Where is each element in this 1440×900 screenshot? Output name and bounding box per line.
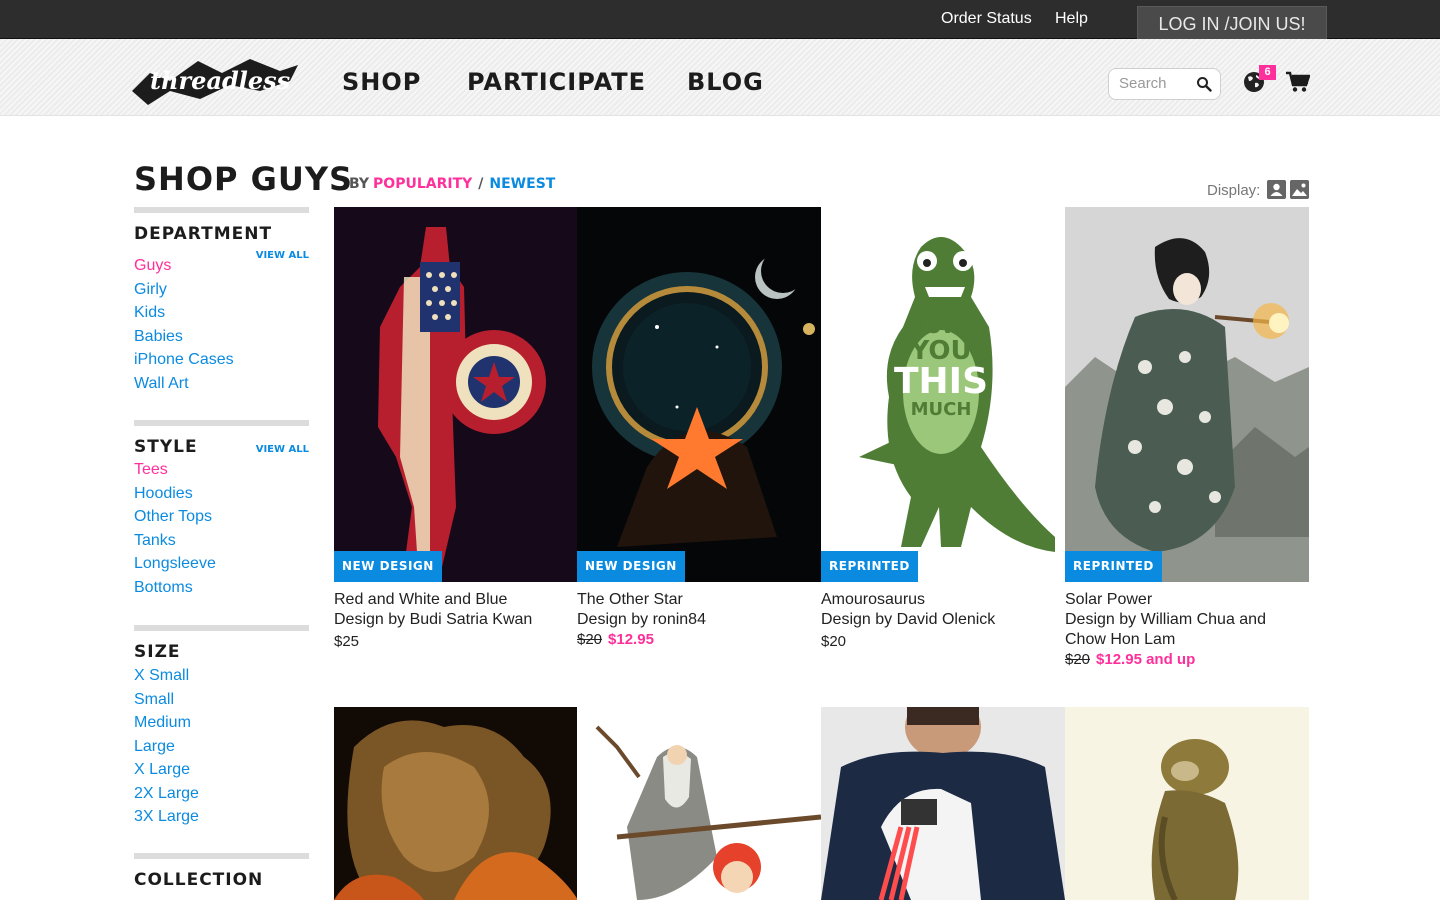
order-status-link[interactable]: Order Status [941, 10, 1032, 28]
size-heading: SIZE [134, 642, 181, 662]
product-image[interactable]: I LOVE YOU THIS MUCH [821, 207, 1065, 582]
style-list: Tees Hoodies Other Tops Tanks Longsleeve… [134, 461, 309, 602]
top-utility-bar: Order Status Help LOG IN /JOIN US! [0, 0, 1440, 41]
sort-options: BY POPULARITY / NEWEST [349, 176, 555, 192]
department-item-girly[interactable]: Girly [134, 281, 309, 305]
product-image[interactable] [1065, 707, 1309, 900]
product-image[interactable] [821, 707, 1065, 900]
style-item-tanks[interactable]: Tanks [134, 532, 309, 556]
department-item-iphone-cases[interactable]: iPhone Cases [134, 351, 309, 375]
department-view-all-link[interactable]: VIEW ALL [256, 250, 309, 261]
display-model-icon[interactable] [1267, 180, 1286, 199]
svg-text:THIS: THIS [894, 361, 988, 402]
style-item-tees[interactable]: Tees [134, 461, 309, 485]
login-join-button[interactable]: LOG IN /JOIN US! [1137, 6, 1327, 41]
product-title[interactable]: The Other Star [577, 590, 817, 610]
sort-newest-link[interactable]: NEWEST [489, 176, 555, 192]
product-image[interactable] [334, 707, 578, 900]
size-item-x-small[interactable]: X Small [134, 667, 309, 691]
product-sale-price: $12.95 [608, 631, 654, 648]
department-list: Guys Girly Kids Babies iPhone Cases Wall… [134, 257, 309, 398]
product-image[interactable] [577, 707, 821, 900]
department-section: DEPARTMENT VIEW ALL Guys Girly Kids Babi… [134, 207, 309, 398]
sort-divider: / [478, 176, 484, 192]
product-price: $25 [334, 633, 360, 650]
search-input[interactable] [1119, 75, 1197, 92]
size-item-x-large[interactable]: X Large [134, 761, 309, 785]
style-item-hoodies[interactable]: Hoodies [134, 485, 309, 509]
collection-heading: COLLECTION [134, 870, 264, 890]
divider [134, 207, 309, 213]
size-list: X Small Small Medium Large X Large 2X La… [134, 667, 309, 832]
product-image[interactable] [1065, 207, 1309, 582]
product-tag: NEW DESIGN [577, 551, 685, 582]
department-item-kids[interactable]: Kids [134, 304, 309, 328]
style-item-bottoms[interactable]: Bottoms [134, 579, 309, 603]
department-item-babies[interactable]: Babies [134, 328, 309, 352]
product-title[interactable]: Red and White and Blue [334, 590, 574, 610]
product-image[interactable] [334, 207, 578, 582]
collection-section: COLLECTION [134, 853, 309, 890]
product-designer[interactable]: Design by Budi Satria Kwan [334, 610, 574, 630]
cart-icon[interactable] [1286, 71, 1310, 93]
size-item-3x-large[interactable]: 3X Large [134, 808, 309, 832]
nav-shop[interactable]: SHOP [342, 68, 421, 96]
size-item-small[interactable]: Small [134, 691, 309, 715]
style-item-other-tops[interactable]: Other Tops [134, 508, 309, 532]
size-item-large[interactable]: Large [134, 738, 309, 762]
department-item-wall-art[interactable]: Wall Art [134, 375, 309, 399]
product-title[interactable]: Amourosaurus [821, 590, 1061, 610]
display-label: Display: [1207, 182, 1261, 199]
nav-participate[interactable]: PARTICIPATE [467, 68, 646, 96]
notification-badge: 6 [1259, 65, 1276, 80]
department-heading: DEPARTMENT [134, 224, 273, 244]
nav-blog[interactable]: BLOG [687, 68, 764, 96]
search-icon[interactable] [1196, 76, 1212, 92]
sort-popularity-link[interactable]: POPULARITY [373, 176, 472, 192]
threadless-logo[interactable]: threadless [130, 51, 300, 107]
size-item-medium[interactable]: Medium [134, 714, 309, 738]
search-box [1108, 68, 1221, 100]
style-item-longsleeve[interactable]: Longsleeve [134, 555, 309, 579]
product-tag: REPRINTED [821, 551, 918, 582]
product-price-row: $25 [334, 633, 359, 650]
svg-text:threadless: threadless [150, 66, 291, 95]
help-link[interactable]: Help [1055, 10, 1088, 28]
style-section: STYLE VIEW ALL Tees Hoodies Other Tops T… [134, 420, 309, 602]
product-tag: NEW DESIGN [334, 551, 442, 582]
product-designer[interactable]: Design by David Olenick [821, 610, 1061, 630]
divider [134, 625, 309, 631]
page-title: SHOP GUYS [134, 160, 354, 198]
product-designer[interactable]: Design by ronin84 [577, 610, 817, 630]
product-sale-price: $12.95 and up [1096, 651, 1196, 668]
display-design-icon[interactable] [1290, 180, 1309, 199]
product-designer[interactable]: Design by William Chua and Chow Hon Lam [1065, 610, 1305, 650]
sort-by-label: BY [349, 176, 370, 192]
product-old-price: $20 [1065, 651, 1091, 668]
product-price: $20 [821, 633, 847, 650]
site-header: threadless SHOP PARTICIPATE BLOG 6 [0, 39, 1440, 116]
product-tag: REPRINTED [1065, 551, 1162, 582]
size-item-2x-large[interactable]: 2X Large [134, 785, 309, 809]
product-price-row: $20 [821, 633, 846, 650]
product-price-row: $20 $12.95 [577, 631, 654, 648]
divider [134, 853, 309, 859]
product-title[interactable]: Solar Power [1065, 590, 1305, 610]
product-price-row: $20 $12.95 and up [1065, 651, 1195, 668]
divider [134, 420, 309, 426]
product-old-price: $20 [577, 631, 603, 648]
size-section: SIZE X Small Small Medium Large X Large … [134, 625, 309, 832]
product-image[interactable] [577, 207, 821, 582]
svg-text:MUCH: MUCH [911, 399, 972, 420]
svg-text:LOVE: LOVE [915, 317, 967, 338]
style-view-all-link[interactable]: VIEW ALL [256, 444, 309, 455]
